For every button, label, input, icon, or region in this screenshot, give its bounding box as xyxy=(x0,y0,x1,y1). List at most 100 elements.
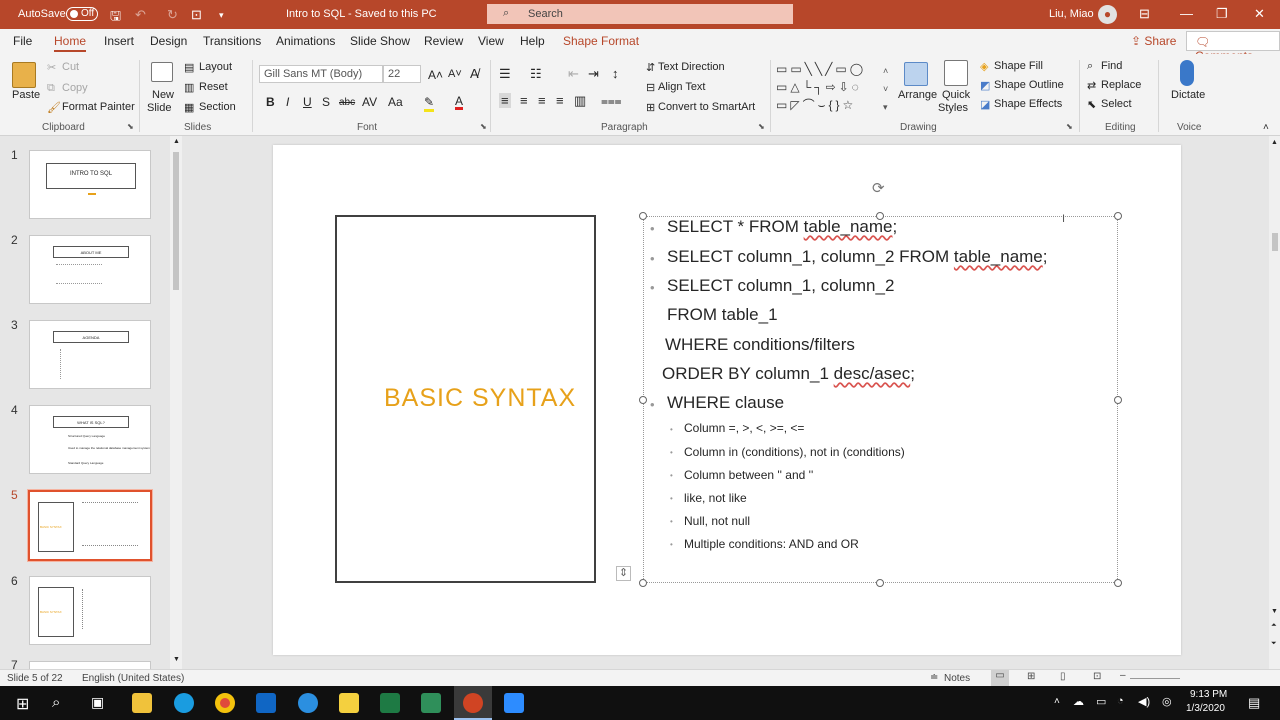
italic-button[interactable]: I xyxy=(286,95,289,109)
excel-doc-icon[interactable] xyxy=(421,693,441,713)
quick-styles-icon[interactable] xyxy=(944,60,968,86)
font-size-combo[interactable]: 22 xyxy=(383,65,421,83)
normal-view-icon[interactable]: ▭ xyxy=(991,670,1009,686)
new-slide-label-2[interactable]: Slide xyxy=(147,102,171,114)
shape-fill-button[interactable]: Shape Fill xyxy=(994,60,1043,72)
sub-bullet[interactable]: like, not like xyxy=(684,491,747,505)
tab-help[interactable]: Help xyxy=(520,34,545,48)
sub-bullet[interactable]: Column in (conditions), not in (conditio… xyxy=(684,445,905,459)
slide-thumbnail-6[interactable]: BASIC SYNTAX xyxy=(29,576,151,645)
redo-icon[interactable]: ↻ xyxy=(167,7,178,23)
language-tray-icon[interactable]: ◎ xyxy=(1162,695,1172,708)
cut-button[interactable]: Cut xyxy=(62,61,79,73)
decrease-font-icon[interactable]: A˅ xyxy=(448,68,462,80)
customize-qat-icon[interactable]: ▾ xyxy=(219,10,224,21)
tab-design[interactable]: Design xyxy=(150,34,187,48)
align-left-icon[interactable]: ≡ xyxy=(499,93,511,108)
resize-handle-bl[interactable] xyxy=(639,579,647,587)
tab-file[interactable]: File xyxy=(13,34,32,48)
next-slide-icon[interactable]: ⏷ xyxy=(1271,640,1277,648)
slide-thumbnail-3[interactable]: AGENDA xyxy=(29,320,151,389)
char-spacing-icon[interactable]: AV xyxy=(362,95,377,109)
replace-button[interactable]: Replace xyxy=(1101,79,1141,91)
tab-insert[interactable]: Insert xyxy=(104,34,134,48)
resize-handle-br[interactable] xyxy=(1114,579,1122,587)
clear-formatting-icon[interactable]: A̸ xyxy=(470,66,479,81)
save-icon[interactable]: 🖫 xyxy=(110,7,121,29)
columns-icon[interactable]: ▥ xyxy=(574,93,586,109)
arrange-button[interactable]: Arrange xyxy=(898,89,937,101)
sub-bullet[interactable]: Column =, >, <, >=, <= xyxy=(684,421,804,435)
search-box[interactable]: ⌕ Search xyxy=(487,4,793,24)
notes-app-icon[interactable] xyxy=(339,693,359,713)
section-button[interactable]: Section xyxy=(199,101,236,113)
taskbar-search-icon[interactable]: ⌕ xyxy=(52,694,60,711)
user-name[interactable]: Liu, Miao xyxy=(1049,8,1094,20)
undo-icon[interactable]: ↶ xyxy=(135,7,146,23)
scroll-thumb[interactable] xyxy=(173,152,179,290)
resize-handle-tr[interactable] xyxy=(1114,212,1122,220)
scroll-down-icon[interactable]: ▼ xyxy=(1271,608,1278,615)
increase-font-icon[interactable]: A˄ xyxy=(428,68,443,82)
reset-button[interactable]: Reset xyxy=(199,81,228,93)
skype-icon[interactable] xyxy=(174,693,194,713)
tray-overflow-icon[interactable]: ˄ xyxy=(1054,696,1060,707)
where-clause-line[interactable]: WHERE clause xyxy=(667,393,784,413)
share-button[interactable]: ⇪ Share xyxy=(1125,31,1182,51)
edge-icon[interactable] xyxy=(298,693,318,713)
file-explorer-icon[interactable] xyxy=(132,693,152,713)
editor-scrollbar[interactable]: ▲ ▼ ⏶ ⏷ xyxy=(1269,136,1280,669)
shape-effects-button[interactable]: Shape Effects xyxy=(994,98,1062,110)
scroll-thumb[interactable] xyxy=(1272,233,1278,251)
tab-shape-format[interactable]: Shape Format xyxy=(563,34,639,48)
user-avatar[interactable]: ● xyxy=(1098,5,1117,24)
cloud-icon[interactable]: ☁ xyxy=(1073,695,1084,708)
slideshow-view-icon[interactable]: ⊡ xyxy=(1093,671,1101,682)
sub-bullet[interactable]: Null, not null xyxy=(684,514,750,528)
new-slide-icon[interactable] xyxy=(151,62,173,82)
zoom-out-icon[interactable]: – xyxy=(1120,670,1126,681)
slide-thumbnail-1[interactable]: INTRO TO SQL xyxy=(29,150,151,219)
ribbon-display-icon[interactable]: ⊟ xyxy=(1139,6,1150,22)
resize-handle-b[interactable] xyxy=(876,579,884,587)
align-right-icon[interactable]: ≡ xyxy=(538,93,546,108)
align-text-button[interactable]: Align Text xyxy=(658,81,706,93)
bullets-icon[interactable]: ☰ xyxy=(499,66,511,82)
tab-animations[interactable]: Animations xyxy=(276,34,335,48)
tab-home[interactable]: Home xyxy=(54,34,87,52)
text-direction-button[interactable]: Text Direction xyxy=(658,61,725,73)
quick-styles-label-1[interactable]: Quick xyxy=(942,89,970,101)
rotate-handle-icon[interactable]: ⟳ xyxy=(872,179,885,197)
tab-review[interactable]: Review xyxy=(424,34,463,48)
shapes-gallery-scroll-icon[interactable]: ˄ ˅ ▾ xyxy=(883,62,888,116)
align-center-icon[interactable]: ≡ xyxy=(520,93,528,108)
copy-button[interactable]: Copy xyxy=(62,82,88,94)
font-color-icon[interactable]: A xyxy=(455,95,464,110)
notes-button[interactable]: Notes xyxy=(944,673,970,684)
slide-thumbnail-2[interactable]: ABOUT ME xyxy=(29,235,151,304)
highlight-icon[interactable]: ✎ xyxy=(424,95,435,112)
network-icon[interactable]: ◔ xyxy=(1117,695,1124,707)
slide-thumbnail-4[interactable]: WHAT IS SQL? Structured Query Language U… xyxy=(29,405,151,474)
close-icon[interactable]: ✕ xyxy=(1254,6,1265,22)
select-button[interactable]: Select xyxy=(1101,98,1132,110)
task-view-icon[interactable]: ▣ xyxy=(91,694,104,711)
battery-icon[interactable]: ▭ xyxy=(1096,695,1106,708)
clock-date[interactable]: 1/3/2020 xyxy=(1186,703,1225,714)
increase-indent-icon[interactable]: ⇥ xyxy=(588,66,599,82)
zoom-slider[interactable] xyxy=(1130,678,1180,679)
change-case-button[interactable]: Aa xyxy=(388,95,403,109)
powerpoint-task-active[interactable] xyxy=(454,686,492,720)
justify-icon[interactable]: ≡ xyxy=(556,93,564,108)
syntax-line[interactable]: SELECT column_1, column_2 xyxy=(667,276,894,296)
excel-icon[interactable] xyxy=(380,693,400,713)
shadow-button[interactable]: S xyxy=(322,95,330,109)
decrease-indent-icon[interactable]: ⇤ xyxy=(568,66,579,82)
clipboard-launcher-icon[interactable]: ⬊ xyxy=(127,122,134,131)
scroll-up-icon[interactable]: ▲ xyxy=(173,138,180,145)
resize-handle-tl[interactable] xyxy=(639,212,647,220)
dictate-icon[interactable] xyxy=(1180,60,1194,86)
syntax-line[interactable]: SELECT column_1, column_2 FROM table_nam… xyxy=(667,247,1048,267)
autosave-toggle[interactable]: Off xyxy=(66,7,98,21)
paste-icon[interactable] xyxy=(12,62,36,88)
